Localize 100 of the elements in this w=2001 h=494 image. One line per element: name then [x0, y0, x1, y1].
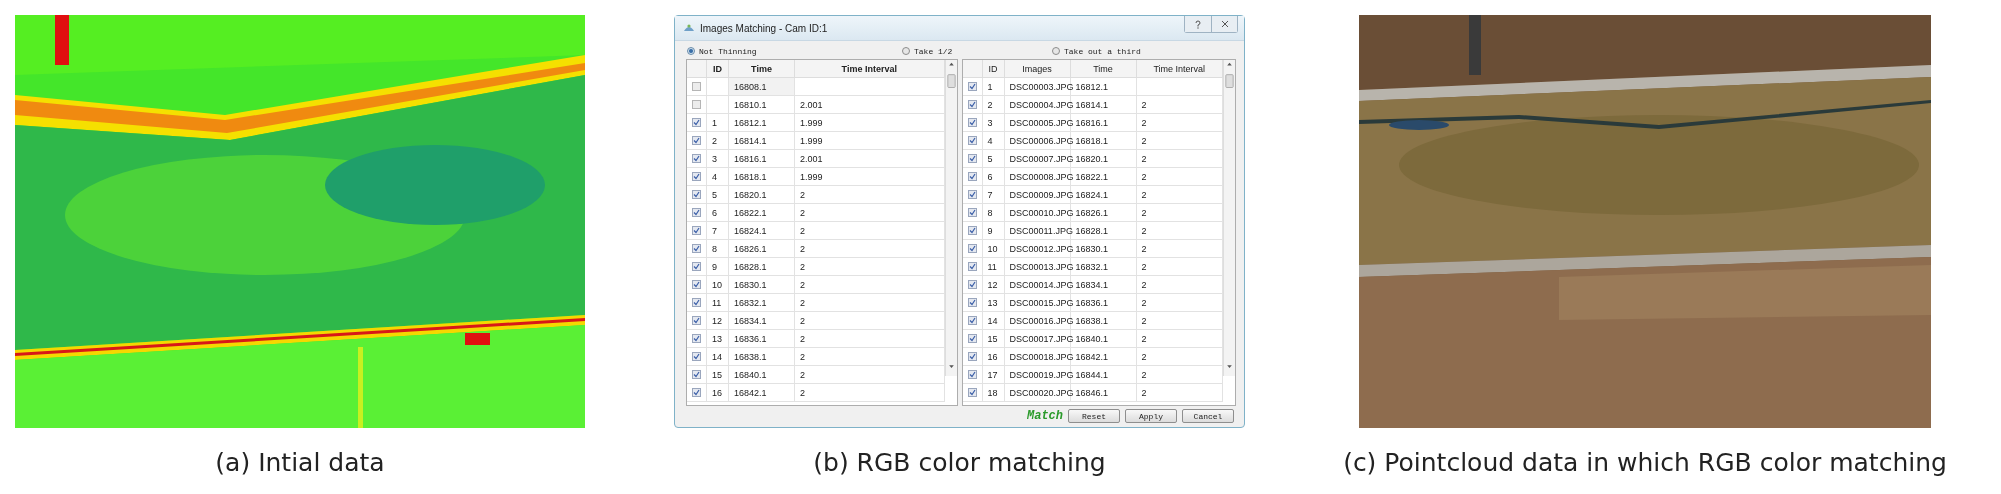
checkbox[interactable] [967, 136, 977, 145]
checkbox[interactable] [967, 82, 977, 91]
table-cell: DSC00020.JPG [1004, 384, 1071, 402]
table-cell: 5 [707, 186, 729, 204]
checkbox[interactable] [967, 262, 977, 271]
checkbox[interactable] [967, 388, 977, 397]
checkbox[interactable] [692, 280, 701, 289]
checkbox[interactable] [692, 100, 701, 109]
checkbox[interactable] [967, 316, 977, 325]
checkbox[interactable] [967, 352, 977, 361]
close-button[interactable] [1211, 16, 1237, 32]
dialog-button[interactable]: Apply [1125, 409, 1177, 423]
checkbox[interactable] [967, 154, 977, 163]
table-cell: 17 [982, 366, 1005, 384]
column-header[interactable]: ID [982, 60, 1005, 78]
scrollbar[interactable] [1223, 60, 1235, 377]
checkbox[interactable] [692, 370, 701, 379]
table-cell: 12 [982, 276, 1005, 294]
table-cell: 7 [982, 186, 1005, 204]
table-cell: 16818.1 [729, 168, 795, 186]
table-cell: 16816.1 [729, 150, 795, 168]
checkbox[interactable] [692, 172, 701, 181]
checkbox[interactable] [692, 388, 701, 397]
table-cell: DSC00019.JPG [1004, 366, 1071, 384]
table-cell: 2 [795, 240, 945, 258]
radio-option[interactable]: Not Thinning [687, 46, 902, 56]
checkbox[interactable] [967, 244, 977, 253]
table-cell: 2 [795, 312, 945, 330]
checkbox[interactable] [967, 370, 977, 379]
checkbox[interactable] [967, 226, 977, 235]
checkbox[interactable] [692, 136, 701, 145]
checkbox[interactable] [692, 316, 701, 325]
checkbox[interactable] [692, 352, 701, 361]
table-cell: 2 [795, 384, 945, 402]
table-cell: 9 [707, 258, 729, 276]
checkbox[interactable] [692, 226, 701, 235]
match-label: Match [1027, 409, 1063, 423]
checkbox[interactable] [967, 298, 977, 307]
checkbox[interactable] [692, 118, 701, 127]
figure-caption: (b) RGB color matching [813, 448, 1106, 477]
radio-option[interactable]: Take out a third [1052, 46, 1141, 56]
checkbox[interactable] [692, 82, 701, 91]
app-icon [683, 23, 695, 33]
radio-option[interactable]: Take 1/2 [902, 46, 1052, 56]
checkbox[interactable] [692, 154, 701, 163]
table-cell: 5 [982, 150, 1005, 168]
table-cell: 2.001 [795, 150, 945, 168]
checkbox[interactable] [692, 244, 701, 253]
table-cell: DSC00013.JPG [1004, 258, 1071, 276]
table-cell: 2 [795, 258, 945, 276]
table-cell: 9 [982, 222, 1005, 240]
table-cell: DSC00008.JPG [1004, 168, 1071, 186]
checkbox[interactable] [967, 190, 977, 199]
table-cell: 8 [982, 204, 1005, 222]
table-cell: 15 [707, 366, 729, 384]
table-cell: 12 [707, 312, 729, 330]
column-header[interactable]: ID [707, 60, 729, 78]
table-cell: DSC00017.JPG [1004, 330, 1071, 348]
checkbox[interactable] [967, 280, 977, 289]
table-cell: 14 [707, 348, 729, 366]
column-header[interactable]: Images [1004, 60, 1071, 78]
dialog-button[interactable]: Reset [1068, 409, 1120, 423]
table-cell: DSC00015.JPG [1004, 294, 1071, 312]
table-cell: DSC00006.JPG [1004, 132, 1071, 150]
table-cell: 2 [795, 222, 945, 240]
table-cell: 13 [982, 294, 1005, 312]
table-cell: 16826.1 [729, 240, 795, 258]
table-cell: DSC00016.JPG [1004, 312, 1071, 330]
table-cell: 16822.1 [729, 204, 795, 222]
checkbox[interactable] [692, 334, 701, 343]
checkbox[interactable] [967, 208, 977, 217]
column-header[interactable]: Time Interval [795, 60, 945, 78]
table-cell: 1 [707, 114, 729, 132]
column-header[interactable]: Time Interval [1136, 60, 1223, 78]
column-header[interactable]: Time [729, 60, 795, 78]
table-cell: 16812.1 [729, 114, 795, 132]
table-cell: 2 [795, 366, 945, 384]
table-cell: DSC00011.JPG [1004, 222, 1071, 240]
column-header[interactable]: Time [1070, 60, 1137, 78]
table-cell: 1 [982, 78, 1005, 96]
checkbox[interactable] [967, 118, 977, 127]
checkbox[interactable] [692, 262, 701, 271]
close-icon [1220, 20, 1229, 28]
table-cell: 10 [707, 276, 729, 294]
checkbox[interactable] [692, 298, 701, 307]
help-button[interactable] [1185, 16, 1211, 32]
table-cell: DSC00012.JPG [1004, 240, 1071, 258]
checkbox[interactable] [967, 100, 977, 109]
dialog-button[interactable]: Cancel [1182, 409, 1234, 423]
table-cell: DSC00010.JPG [1004, 204, 1071, 222]
checkbox[interactable] [692, 190, 701, 199]
table-cell: 16836.1 [729, 330, 795, 348]
table-cell: 2 [982, 96, 1005, 114]
checkbox[interactable] [967, 334, 977, 343]
table-cell: 2 [795, 294, 945, 312]
table-cell: 16840.1 [729, 366, 795, 384]
checkbox[interactable] [692, 208, 701, 217]
table-cell: 16810.1 [729, 96, 795, 114]
checkbox[interactable] [967, 172, 977, 181]
table-cell: 15 [982, 330, 1005, 348]
